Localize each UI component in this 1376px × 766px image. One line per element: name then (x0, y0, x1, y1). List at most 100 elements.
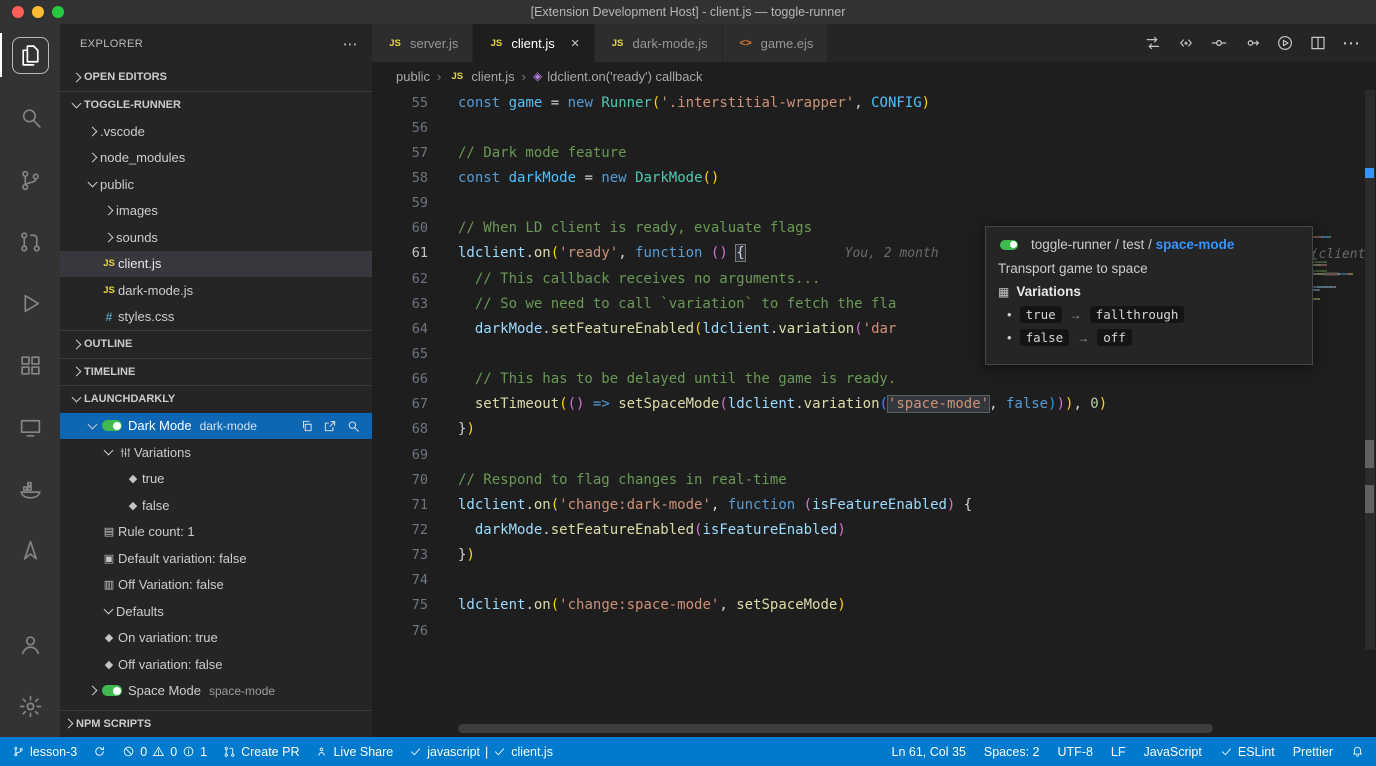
tree-item-off-variation-false[interactable]: ▥Off Variation: false (60, 572, 372, 599)
flag-name-link[interactable]: space-mode (1156, 237, 1235, 252)
line-number: 55 (372, 95, 440, 111)
eslint-status[interactable]: ESLint (1220, 745, 1275, 759)
line-number: 59 (372, 195, 440, 211)
item-label: dark-mode.js (118, 283, 193, 298)
breadcrumb-2[interactable]: JSclient.js (448, 69, 514, 84)
notifications[interactable] (1351, 745, 1364, 758)
line-number: 75 (372, 597, 440, 613)
breadcrumb-separator: › (522, 69, 526, 84)
item-label: Default variation: false (118, 551, 247, 566)
activity-source-control[interactable] (0, 148, 60, 210)
arrow-icon: → (1070, 308, 1082, 322)
tree-item-styles-css[interactable]: #styles.css (60, 304, 372, 331)
breadcrumb-1[interactable]: public (396, 69, 430, 84)
prettier-status[interactable]: Prettier (1293, 745, 1333, 759)
item-label: TIMELINE (84, 366, 135, 378)
section-timeline[interactable]: TIMELINE (60, 358, 372, 386)
tree-item-variations[interactable]: Variations (60, 439, 372, 466)
section-launchdarkly[interactable]: LAUNCHDARKLY (60, 385, 372, 413)
zoom-button[interactable] (52, 6, 64, 18)
tab-dark-mode-js[interactable]: JSdark-mode.js (595, 24, 723, 62)
activity-run-debug[interactable] (0, 272, 60, 334)
section-outline[interactable]: OUTLINE (60, 330, 372, 358)
explorer-icon (18, 43, 43, 68)
tree-item-images[interactable]: images (60, 198, 372, 225)
code-text: const darkMode = new DarkMode() (440, 170, 1376, 186)
line-number: 67 (372, 396, 440, 412)
live-share[interactable]: Live Share (315, 745, 393, 759)
tree-item-client-js[interactable]: JSclient.js (60, 251, 372, 278)
activity-settings[interactable] (0, 675, 60, 737)
activity-docker[interactable] (0, 458, 60, 520)
activity-launchdarkly[interactable] (0, 520, 60, 582)
activity-extensions[interactable] (0, 334, 60, 396)
overview-ruler[interactable] (1362, 90, 1376, 737)
cursor-position[interactable]: Ln 61, Col 35 (892, 745, 966, 759)
copy-icon[interactable] (300, 419, 314, 433)
tree-item-dark-mode[interactable]: Dark Modedark-mode (60, 413, 372, 440)
problems-status[interactable]: 001 (122, 745, 207, 759)
line-number: 68 (372, 421, 440, 437)
encoding[interactable]: UTF-8 (1057, 745, 1092, 759)
tree-item-node-modules[interactable]: node_modules (60, 145, 372, 172)
bell-icon (1351, 745, 1364, 758)
js-file-icon: JS (487, 38, 505, 49)
tree-item-rule-count-1[interactable]: ▤Rule count: 1 (60, 519, 372, 546)
indentation[interactable]: Spaces: 2 (984, 745, 1040, 759)
activity-pull-request[interactable] (0, 210, 60, 272)
split-editor-icon[interactable] (1309, 34, 1327, 52)
breadcrumb-3[interactable]: ◈ldclient.on('ready') callback (533, 69, 703, 84)
line-number: 74 (372, 572, 440, 588)
symbol-icon: ◈ (533, 69, 542, 83)
tree-item-space-mode[interactable]: Space Modespace-mode (60, 678, 372, 705)
code-preview-icon[interactable] (1177, 34, 1195, 52)
activity-search[interactable] (0, 86, 60, 148)
horizontal-scrollbar[interactable] (458, 724, 1213, 733)
section-open-editors[interactable]: OPEN EDITORS (60, 64, 372, 91)
section-toggle-runner[interactable]: TOGGLE-RUNNER (60, 91, 372, 119)
sync-status[interactable] (93, 745, 106, 758)
git-branch-status[interactable]: lesson-3 (12, 745, 77, 759)
tab-game-ejs[interactable]: <>game.ejs (723, 24, 829, 62)
minimize-button[interactable] (32, 6, 44, 18)
arrow-icon: → (1077, 331, 1089, 345)
tree-item-public[interactable]: public (60, 171, 372, 198)
tree-item-dark-mode-js[interactable]: JSdark-mode.js (60, 277, 372, 304)
circle-arrow-icon[interactable] (1243, 34, 1261, 52)
tree-item-sounds[interactable]: sounds (60, 224, 372, 251)
chevron-right-icon (100, 234, 116, 241)
close-icon[interactable]: × (571, 35, 580, 52)
tab-client-js[interactable]: JSclient.js× (473, 24, 594, 62)
flag-toggle-on-icon (1000, 240, 1018, 250)
tree-item--vscode[interactable]: .vscode (60, 118, 372, 145)
js-file-icon: JS (609, 38, 627, 49)
minimap[interactable] (1268, 90, 1362, 737)
tree-item-false[interactable]: ◆false (60, 492, 372, 519)
activity-explorer[interactable] (0, 24, 60, 86)
compare-icon[interactable] (1144, 34, 1162, 52)
search-small-icon[interactable] (346, 419, 360, 433)
create-pr[interactable]: Create PR (223, 745, 299, 759)
close-button[interactable] (12, 6, 24, 18)
language-status[interactable]: javascript|client.js (409, 745, 553, 759)
tree-item-off-variation-false[interactable]: ◆Off variation: false (60, 651, 372, 678)
item-label: true (142, 471, 164, 486)
commit-icon[interactable] (1210, 34, 1228, 52)
tab-server-js[interactable]: JSserver.js (372, 24, 473, 62)
code-editor[interactable]: 55const game = new Runner('.interstitial… (372, 90, 1376, 737)
language-mode[interactable]: JavaScript (1144, 745, 1202, 759)
tree-item-defaults[interactable]: Defaults (60, 598, 372, 625)
tree-item-true[interactable]: ◆true (60, 466, 372, 493)
line-number: 61 (372, 245, 440, 261)
more-icon[interactable]: ⋯ (1342, 34, 1360, 52)
activity-account[interactable] (0, 613, 60, 675)
open-external-icon[interactable] (323, 419, 337, 433)
play-circle-icon[interactable] (1276, 34, 1294, 52)
activity-remote-explorer[interactable] (0, 396, 60, 458)
more-actions-icon[interactable]: ⋯ (343, 35, 358, 53)
tree-item-on-variation-true[interactable]: ◆On variation: true (60, 625, 372, 652)
section-npm-scripts[interactable]: NPM SCRIPTS (60, 710, 372, 738)
line-number: 65 (372, 346, 440, 362)
tree-item-default-variation-false[interactable]: ▣Default variation: false (60, 545, 372, 572)
eol[interactable]: LF (1111, 745, 1126, 759)
